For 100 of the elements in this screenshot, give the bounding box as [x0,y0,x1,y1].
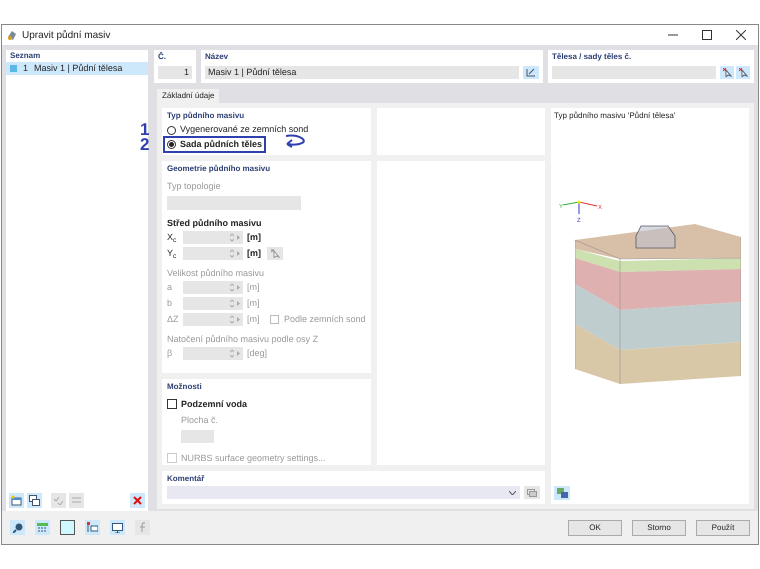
area-field[interactable] [181,430,214,442]
spinner-arrows-icon [230,315,234,324]
radio-button[interactable] [167,140,176,149]
step-number: 1 [140,121,150,138]
field-label: Y$_{c}$ [167,246,178,260]
cursor-icon [738,68,748,77]
unit-label: [m] [247,296,260,310]
cursor-icon [722,68,732,77]
pick-button[interactable] [736,66,750,79]
field-label: X$_{c}$ [167,230,178,244]
monitor-button[interactable] [110,520,125,535]
search-icon [12,522,22,532]
step-number: 2 [140,136,150,153]
uncheck-button[interactable] [69,493,84,508]
delete-icon [133,496,142,505]
copy-window-icon [29,495,40,506]
layer-icon [10,65,17,72]
field-label: β [167,346,174,360]
play-icon [237,251,240,256]
field-label: Plocha č. [181,414,220,427]
checkmarks-icon [53,496,64,505]
dialog-button[interactable]: OK [568,520,622,536]
field-label: Č. [158,51,167,63]
panel-heading: Seznam [9,50,42,62]
cursor-icon [270,249,280,258]
edit-button[interactable] [523,66,539,79]
field-label: ΔZ [167,312,180,326]
play-icon [237,235,240,240]
option-label: Sada půdních těles [180,138,262,151]
item-label: Masiv 1 | Půdní tělesa [34,62,122,75]
play-icon [237,301,240,306]
unit-label: [m] [247,280,260,294]
checkbox-label: Podle zemních sond [284,312,366,326]
comment-field[interactable] [167,486,520,499]
unit-label: [m] [247,230,262,244]
pencil-icon [526,68,536,77]
tab[interactable]: Základní údaje [157,89,220,103]
dialog-button[interactable]: Použít [696,520,750,536]
window-title: Upravit půdní masiv [22,28,112,42]
dialog-button[interactable]: Storno [632,520,686,536]
section-title: Možnosti [167,380,203,392]
new-item-button[interactable] [9,493,24,508]
delete-button[interactable] [130,493,145,508]
monitor-icon [112,522,123,532]
play-icon [237,285,240,290]
list-lines-icon [71,496,82,505]
name-field[interactable]: Masiv 1 | Půdní tělesa [205,66,519,79]
units-button[interactable] [35,520,50,535]
item-number: 1 [23,62,28,75]
close-icon[interactable] [736,30,746,40]
group-title: Velikost půdního masivu [167,267,266,280]
play-icon [237,351,240,356]
checkbox-label: Podzemní voda [181,398,248,410]
app-icon [6,29,18,41]
spinner-arrows-icon [230,249,234,258]
topology-field[interactable] [167,196,301,210]
list-item[interactable]: 1 Masiv 1 | Půdní tělesa [6,62,148,75]
spinner-arrows-icon [230,233,234,242]
spinner-arrows-icon [230,283,234,292]
field-label: Název [205,51,230,63]
number-field[interactable]: 1 [158,66,192,79]
radio-button[interactable] [167,126,176,134]
option-label: Vygenerované ze zemních sond [180,123,308,136]
field-label: a [167,280,174,294]
window-stack-icon [527,488,537,496]
unit-label: [m] [247,312,260,326]
help-button[interactable] [10,520,25,535]
section-title: Geometrie půdního masivu [167,162,272,175]
play-icon [237,317,240,322]
new-window-icon [11,495,22,506]
spinner-arrows-icon [230,349,234,358]
view-button[interactable] [554,486,570,500]
curved-arrow [284,134,308,148]
checkbox[interactable] [167,399,177,410]
unit-label: [deg] [247,346,267,360]
color-button[interactable] [60,520,75,535]
group-title: Natočení půdního masivu podle osy Z [167,333,320,346]
layers-icon [556,488,568,498]
section-title: Typ půdního masivu [167,110,246,122]
pick-button[interactable] [267,247,283,260]
section-title: Komentář [167,473,206,485]
spin-field[interactable] [183,247,243,260]
preview-title: Typ půdního masivu 'Půdní tělesa' [554,110,676,122]
tree-window-icon [87,522,98,533]
field-label: Typ topologie [167,180,222,193]
group-title: Střed půdního masivu [167,217,263,230]
checkbox-label: NURBS surface geometry settings... [181,452,326,465]
maximize-icon[interactable] [702,30,712,40]
bodies-field[interactable] [552,66,716,79]
grid-numbers-icon [37,522,48,532]
spin-field[interactable] [183,231,243,244]
copy-item-button[interactable] [27,493,42,508]
function-icon [138,522,148,533]
spinner-arrows-icon [230,299,234,308]
check-button[interactable] [51,493,66,508]
field-label: b [167,296,174,310]
field-label: Tělesa / sady těles č. [552,51,632,63]
display-button[interactable] [85,520,100,535]
pick-button[interactable] [720,66,734,79]
unit-label: [m] [247,246,262,260]
